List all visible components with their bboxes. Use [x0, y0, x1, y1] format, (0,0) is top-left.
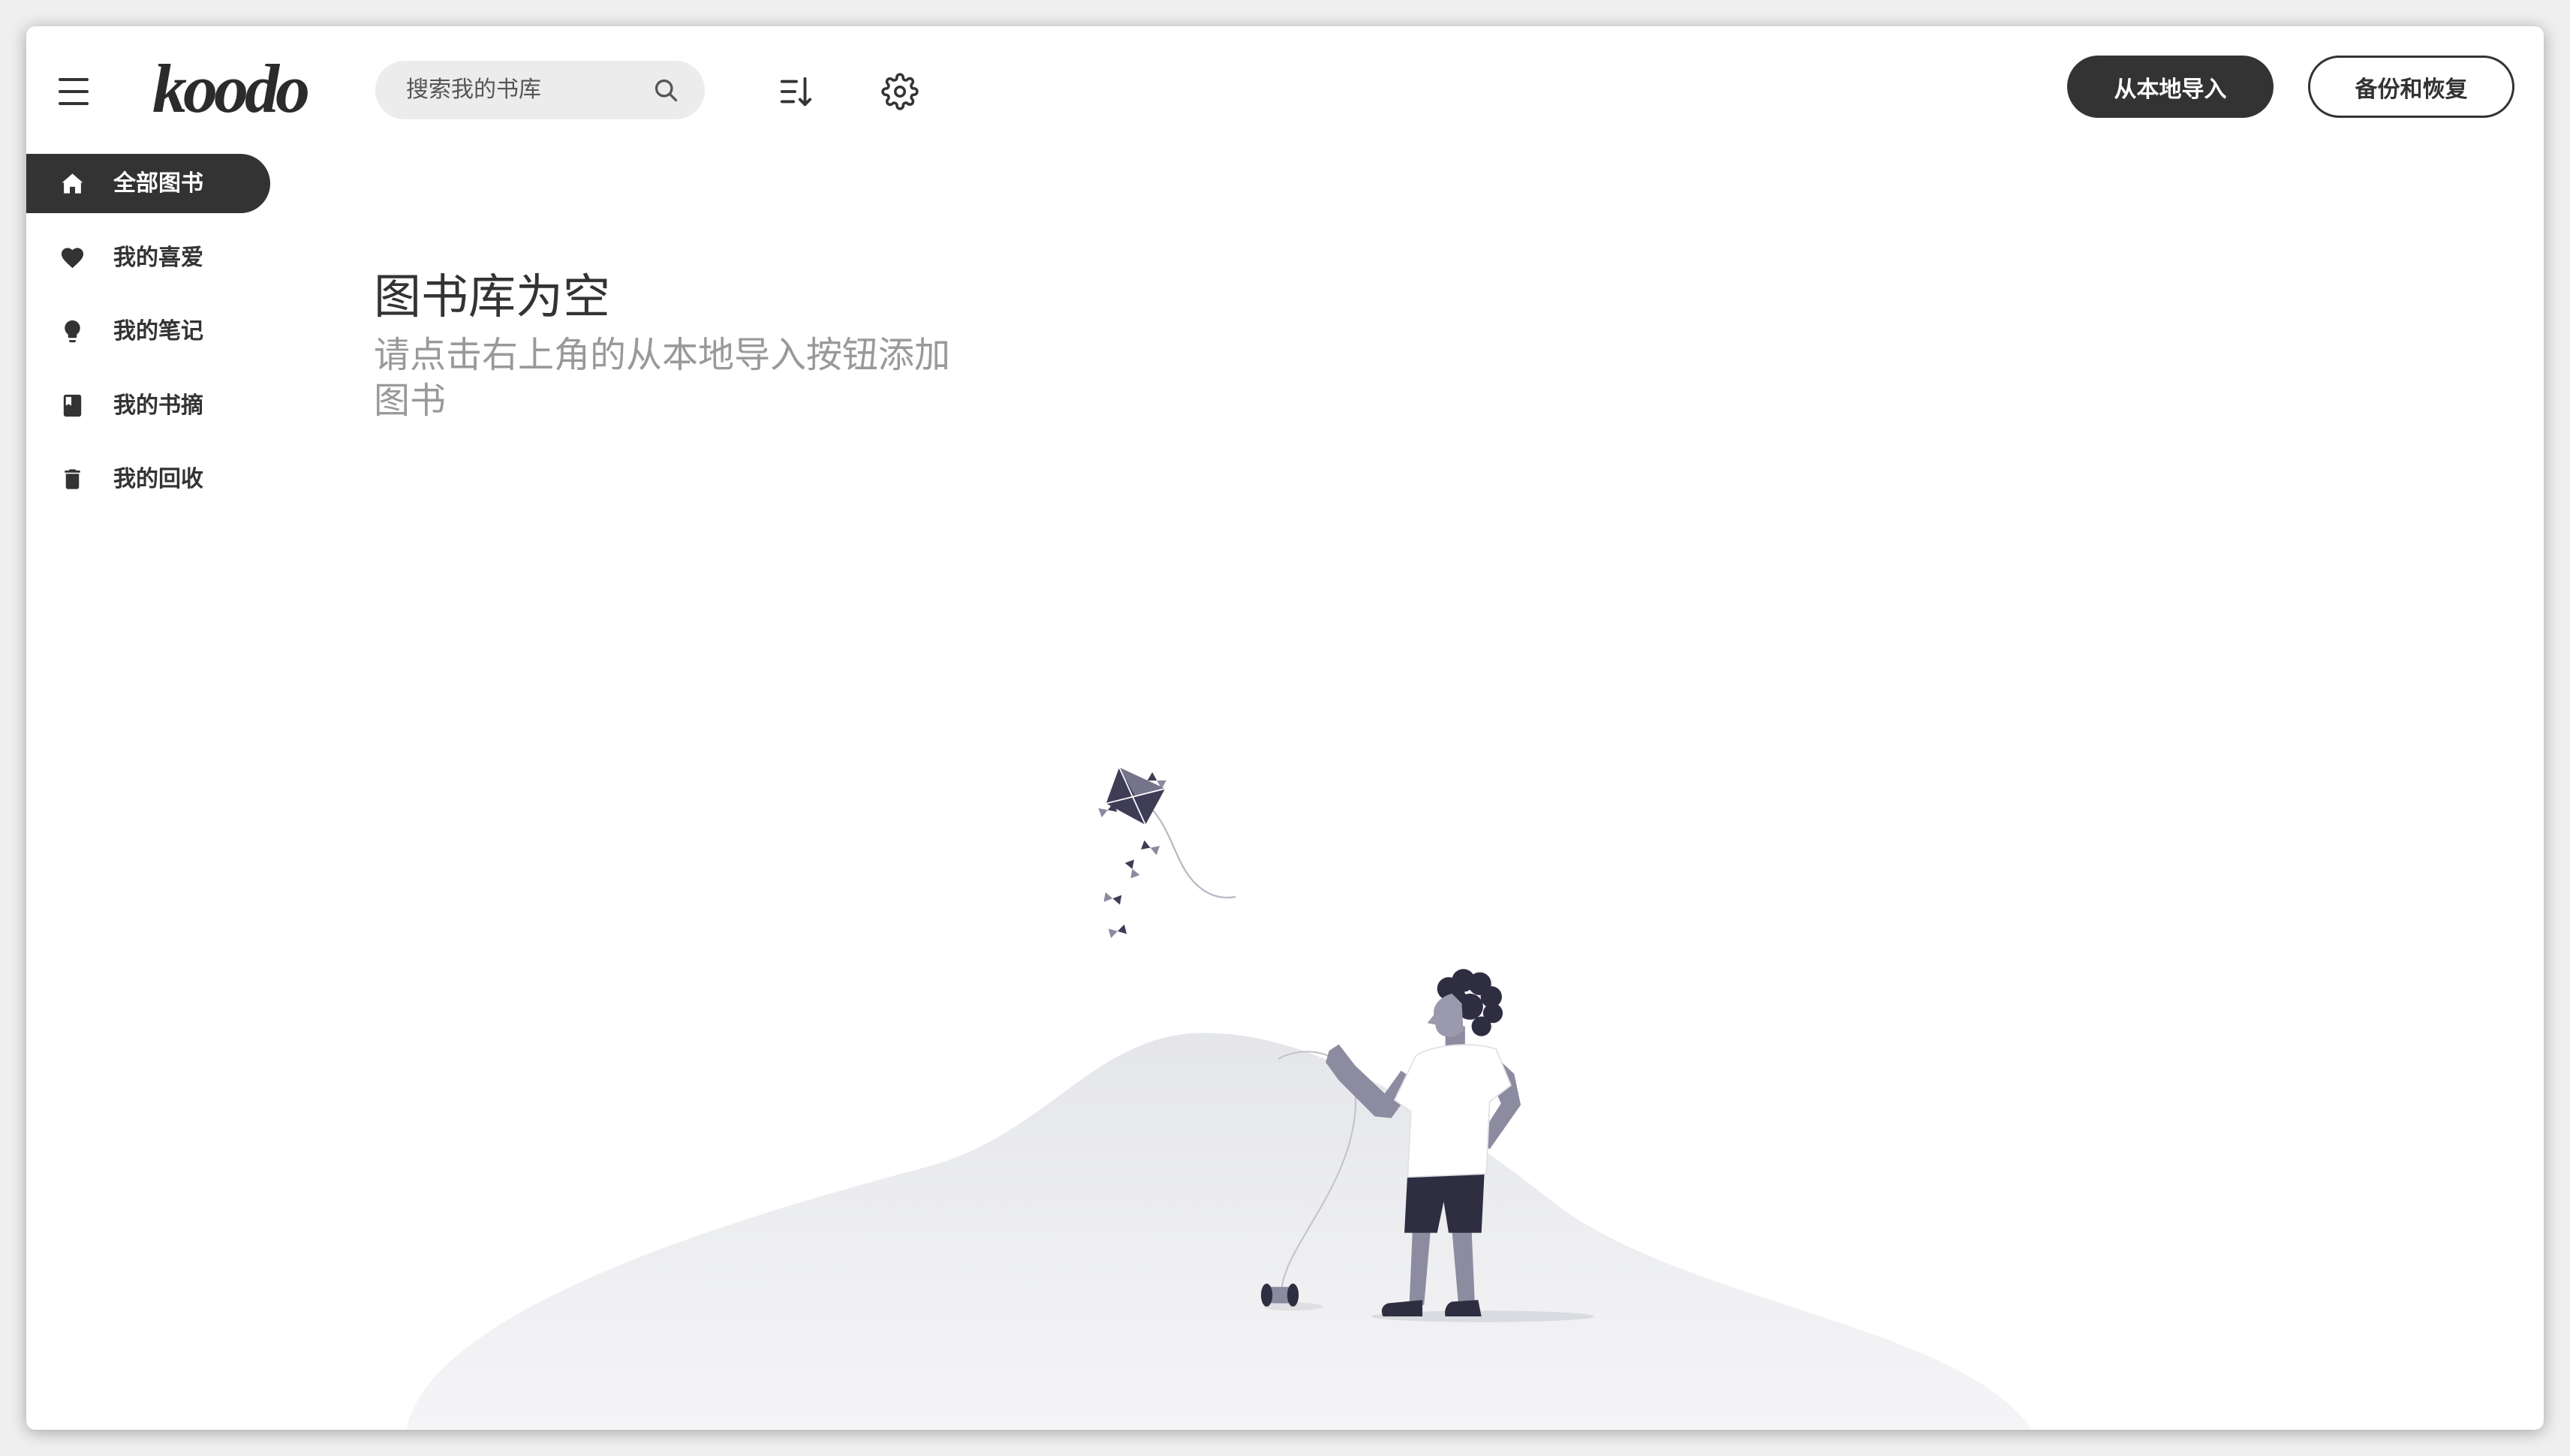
- sidebar-item-label: 我的书摘: [113, 393, 203, 418]
- sidebar-item-label: 全部图书: [113, 171, 203, 196]
- kite-bow: [1141, 840, 1160, 856]
- sort-icon: [780, 77, 812, 107]
- kite-bow-right: [1150, 846, 1160, 856]
- book-icon: [59, 393, 86, 419]
- trash-icon: [59, 466, 86, 492]
- reel-wheel-left: [1260, 1283, 1273, 1307]
- sidebar-item-label: 我的喜爱: [113, 245, 203, 270]
- import-local-button[interactable]: 从本地导入: [2067, 56, 2274, 118]
- empty-state-message: 请点击右上角的从本地导入按钮添加图书: [374, 335, 951, 421]
- settings-button[interactable]: [881, 73, 919, 110]
- app-window: koodo 从本地导入 备份和恢复: [26, 26, 2544, 1430]
- menu-button[interactable]: [59, 77, 89, 107]
- sidebar-item-label: 我的笔记: [113, 319, 203, 344]
- kite-bow-left: [1098, 808, 1108, 818]
- home-icon: [59, 170, 86, 197]
- app-logo: koodo: [152, 50, 310, 127]
- kite-bow-left: [1141, 840, 1151, 850]
- kite-bow-right: [1117, 924, 1127, 934]
- sidebar-item-all-books[interactable]: 全部图书: [26, 154, 270, 213]
- heart-icon: [59, 245, 86, 271]
- sidebar-item-highlights[interactable]: 我的书摘: [26, 376, 270, 435]
- kite-tail-line: [1145, 802, 1236, 898]
- lightbulb-icon: [59, 318, 86, 344]
- sort-button[interactable]: [779, 74, 814, 109]
- settings-icon: [881, 73, 919, 110]
- sidebar-item-notes[interactable]: 我的笔记: [26, 302, 270, 361]
- search-icon[interactable]: [652, 77, 679, 104]
- kite-bow: [1098, 802, 1118, 818]
- backup-restore-button[interactable]: 备份和恢复: [2308, 56, 2514, 118]
- hair-curl: [1471, 1016, 1491, 1036]
- reel-wheel-right: [1287, 1283, 1299, 1307]
- kite-bow-right: [1112, 895, 1122, 905]
- boy-face: [1427, 993, 1464, 1037]
- kite-bow: [1108, 924, 1127, 939]
- kite-bow-right: [1130, 868, 1140, 879]
- kite: [1106, 767, 1236, 898]
- sidebar-item-label: 我的回收: [113, 467, 203, 492]
- kite-bow-left: [1108, 928, 1118, 939]
- search-box: [375, 61, 705, 119]
- empty-library-illustration: [406, 767, 2033, 1430]
- menu-icon: [59, 78, 89, 105]
- empty-state-title: 图书库为空: [374, 271, 610, 323]
- kite-bow-left: [1103, 892, 1113, 902]
- kite-bow-left: [1124, 859, 1135, 869]
- kite-bow: [1124, 859, 1140, 879]
- sidebar-item-trash[interactable]: 我的回收: [26, 450, 270, 509]
- sidebar-item-favorites[interactable]: 我的喜爱: [26, 228, 270, 287]
- sidebar: 全部图书 我的喜爱 我的笔记 我的书摘 我的回收: [26, 154, 270, 524]
- boy-right-shoe: [1445, 1300, 1482, 1316]
- kite-bow: [1103, 892, 1122, 905]
- hill: [406, 1033, 2033, 1430]
- search-input[interactable]: [375, 61, 646, 119]
